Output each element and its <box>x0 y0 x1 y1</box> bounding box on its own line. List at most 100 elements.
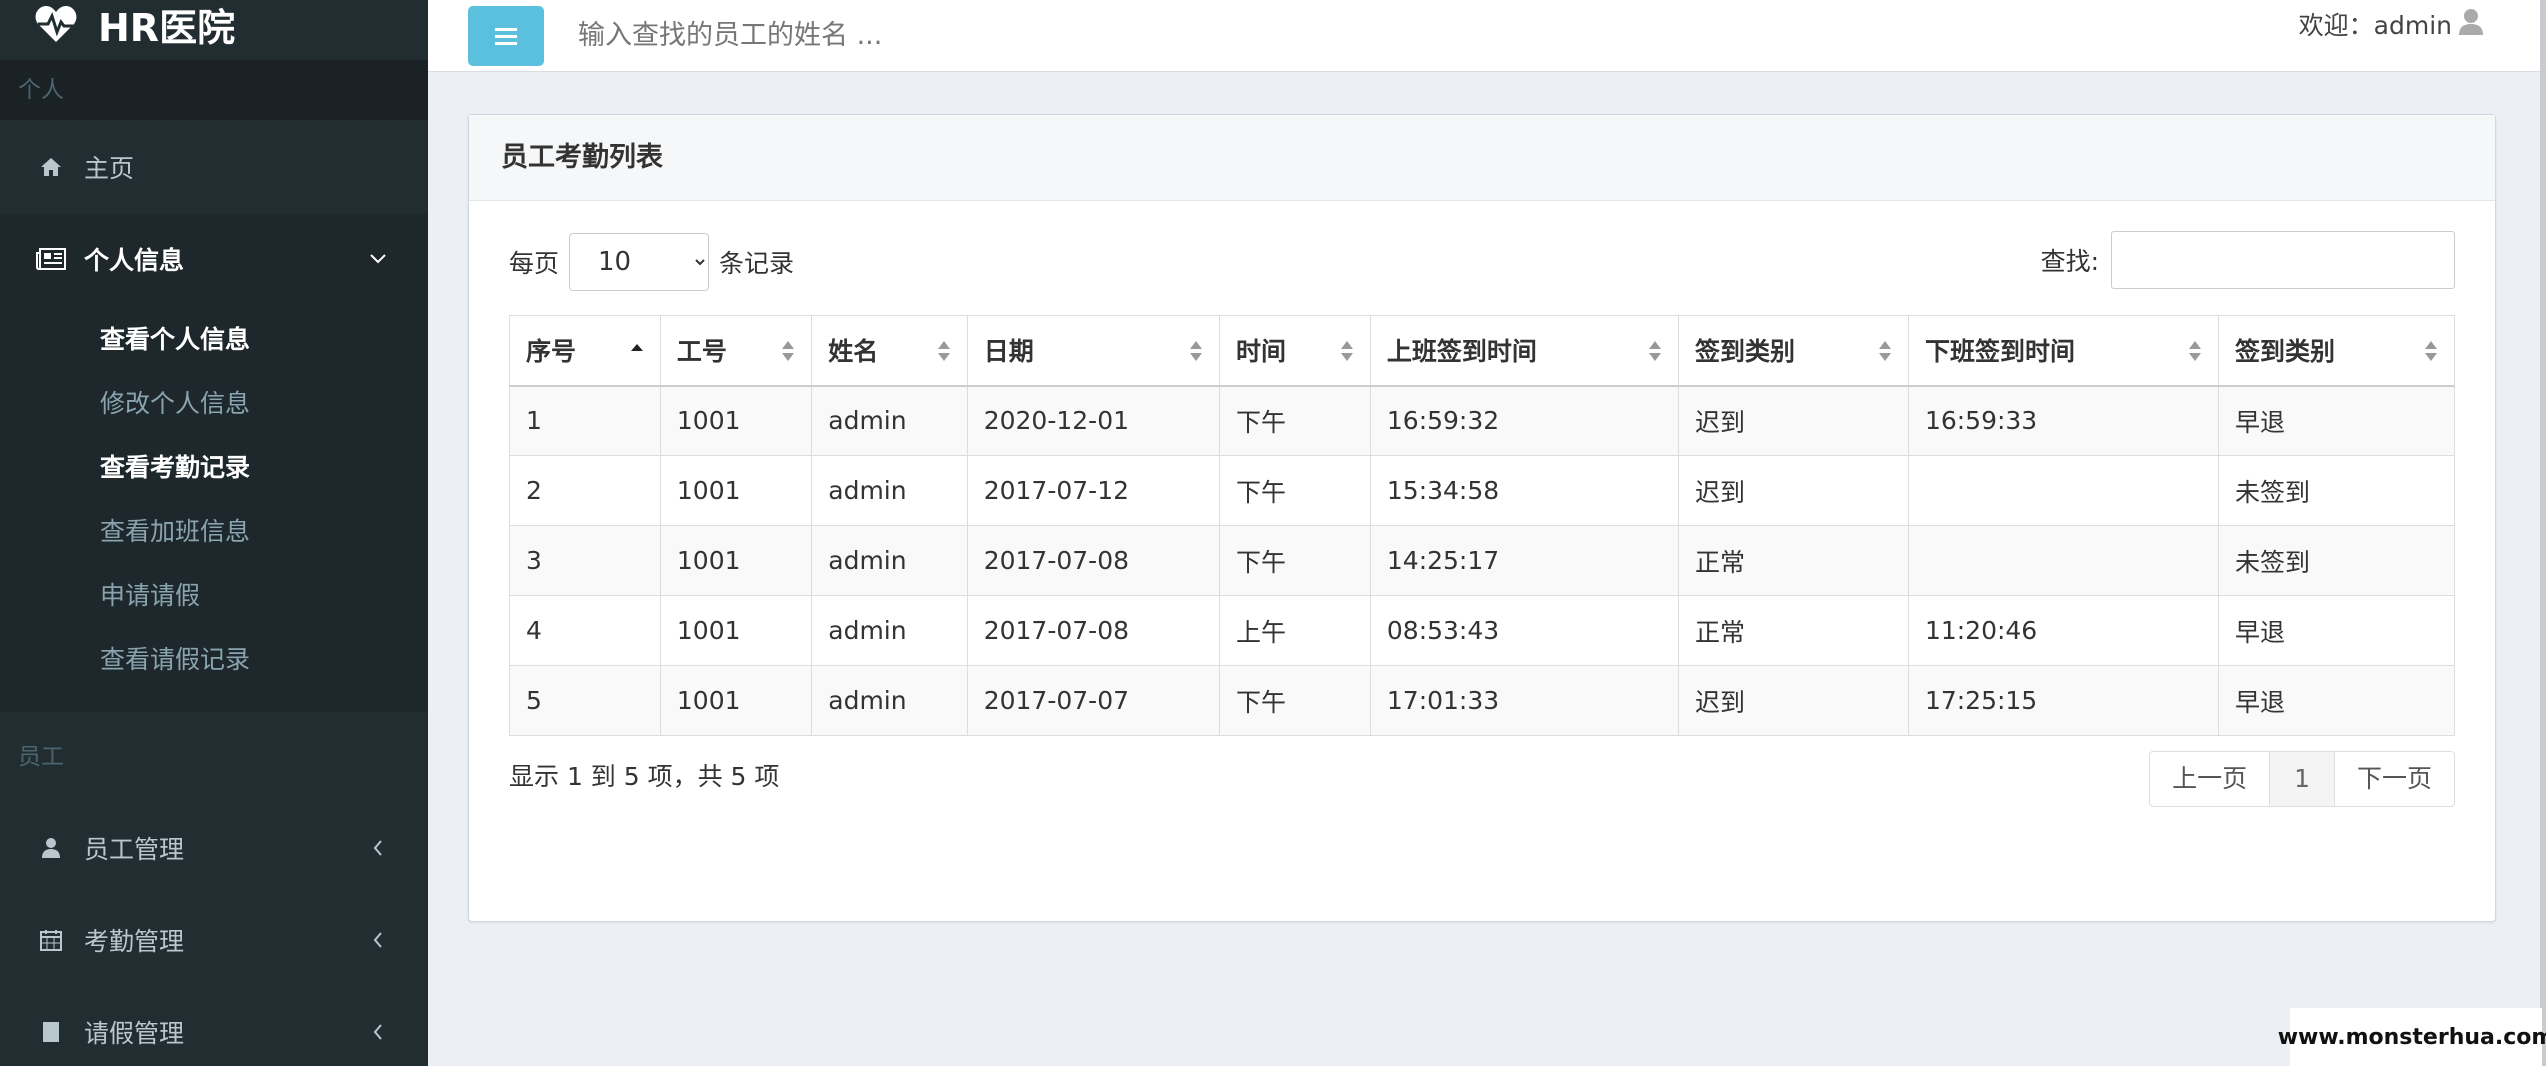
table-row[interactable]: 4 1001 admin 2017-07-08 上午 08:53:43 正常 11:20:46… <box>509 595 2455 666</box>
sort-both-icon <box>1340 341 1353 361</box>
table-cell: 正常 <box>1677 595 1909 666</box>
table-cell: 1001 <box>659 595 813 666</box>
sidebar-item-label: 请假管理 <box>84 1019 185 1048</box>
prev-page-button[interactable]: 上一页 <box>2149 751 2271 807</box>
pagination: 上一页 1 下一页 <box>2149 751 2455 807</box>
employee-search-input[interactable] <box>578 10 1278 61</box>
table-info: 显示 1 到 5 项，共 5 项 <box>509 762 780 791</box>
table-row[interactable]: 3 1001 admin 2017-07-08 下午 14:25:17 正常 未签到 <box>509 525 2455 596</box>
sidebar-item-home[interactable]: 主页 <box>0 120 428 214</box>
sort-both-icon <box>782 341 795 361</box>
find-label: 查找: <box>2040 247 2099 276</box>
chevron-left-icon <box>366 836 390 860</box>
table-row[interactable]: 5 1001 admin 2017-07-07 下午 17:01:33 迟到 17:25:15… <box>509 665 2455 736</box>
page-1-button[interactable]: 1 <box>2269 751 2335 807</box>
table-cell: 1001 <box>659 525 813 596</box>
box-title: 员工考勤列表 <box>469 115 2495 201</box>
sort-both-icon <box>937 341 950 361</box>
sidebar-item-employee-mgmt[interactable]: 员工管理 <box>0 802 428 894</box>
user-icon[interactable] <box>2458 8 2484 36</box>
table-cell: 2017-07-08 <box>966 525 1220 596</box>
table-cell: 17:01:33 <box>1369 665 1679 736</box>
logo[interactable]: HR医院 <box>0 0 428 60</box>
table-cell <box>1907 455 2220 526</box>
column-header[interactable]: 日期 <box>966 315 1220 387</box>
table-search-input[interactable] <box>2111 231 2455 289</box>
column-header[interactable]: 工号 <box>659 315 813 387</box>
column-header-label: 上班签到时间 <box>1386 337 1537 367</box>
column-header[interactable]: 下班签到时间 <box>1907 315 2220 387</box>
table-cell: admin <box>811 595 968 666</box>
attendance-table: 序号 工号 姓名 日期 时间 上班签到时间 签到类别 下班签到时间 签到类别 1 1001 admi… <box>509 315 2455 736</box>
table-row[interactable]: 1 1001 admin 2020-12-01 下午 16:59:32 迟到 16:59:33… <box>509 385 2455 456</box>
table-cell: admin <box>811 385 968 456</box>
sub-item-view-leave-records[interactable]: 查看请假记录 <box>0 628 428 692</box>
table-cell: 4 <box>509 595 661 666</box>
column-header[interactable]: 签到类别 <box>2218 315 2455 387</box>
sub-item-edit-personal-info[interactable]: 修改个人信息 <box>0 372 428 436</box>
page-scrollbar[interactable] <box>2540 0 2546 1066</box>
per-page-suffix: 条记录 <box>719 249 795 278</box>
column-header[interactable]: 上班签到时间 <box>1369 315 1679 387</box>
user-md-icon <box>36 833 66 863</box>
per-page-prefix: 每页 <box>509 249 560 278</box>
column-header[interactable]: 签到类别 <box>1677 315 1909 387</box>
home-icon <box>36 152 66 182</box>
table-cell <box>1907 525 2220 596</box>
table-cell: 下午 <box>1218 525 1371 596</box>
calendar-icon <box>36 925 66 955</box>
table-cell: 下午 <box>1218 665 1371 736</box>
table-cell: admin <box>811 665 968 736</box>
table-cell: 未签到 <box>2218 455 2455 526</box>
watermark: www.monsterhua.com <box>2278 1008 2546 1066</box>
table-cell: 14:25:17 <box>1369 525 1679 596</box>
sidebar-item-personal-info[interactable]: 个人信息 <box>0 214 428 304</box>
sub-item-view-attendance[interactable]: 查看考勤记录 <box>0 436 428 500</box>
column-header-label: 工号 <box>676 337 727 367</box>
sort-both-icon <box>2425 341 2437 361</box>
welcome-text: 欢迎：admin <box>2298 11 2452 40</box>
column-header[interactable]: 时间 <box>1218 315 1371 387</box>
table-cell: 早退 <box>2218 665 2455 736</box>
table-cell: 下午 <box>1218 385 1371 456</box>
table-cell: 下午 <box>1218 455 1371 526</box>
table-row[interactable]: 2 1001 admin 2017-07-12 下午 15:34:58 迟到 未签到 <box>509 455 2455 526</box>
sort-asc-icon <box>630 344 643 351</box>
table-cell: 1 <box>509 385 661 456</box>
sidebar-item-label: 员工管理 <box>84 835 185 864</box>
table-cell: 早退 <box>2218 595 2455 666</box>
sidebar-item-leave-mgmt[interactable]: 请假管理 <box>0 986 428 1066</box>
sort-both-icon <box>2189 341 2201 361</box>
chevron-left-icon <box>366 1020 390 1044</box>
sidebar: HR医院 个人 主页 个人信息 查看个人信息 修改个人信息 查看考勤记录 查看加… <box>0 0 428 1066</box>
next-page-button[interactable]: 下一页 <box>2333 751 2455 807</box>
chevron-down-icon <box>366 247 390 271</box>
column-header-label: 时间 <box>1235 337 1286 367</box>
column-header[interactable]: 序号 <box>509 315 661 387</box>
table-cell: admin <box>811 455 968 526</box>
sub-item-view-personal-info[interactable]: 查看个人信息 <box>0 308 428 372</box>
column-header-label: 日期 <box>983 337 1034 367</box>
table-cell: 迟到 <box>1677 455 1909 526</box>
per-page-control: 每页 10 条记录 <box>509 233 794 291</box>
sidebar-item-label: 个人信息 <box>84 246 185 275</box>
newspaper-icon <box>36 244 66 274</box>
logo-text: HR医院 <box>98 5 236 50</box>
table-cell: 08:53:43 <box>1369 595 1679 666</box>
table-cell: 2017-07-07 <box>966 665 1220 736</box>
sub-item-view-overtime[interactable]: 查看加班信息 <box>0 500 428 564</box>
sidebar-item-label: 主页 <box>84 154 135 183</box>
table-cell: 2017-07-12 <box>966 455 1220 526</box>
table-cell: 2020-12-01 <box>966 385 1220 456</box>
sidebar-item-label: 考勤管理 <box>84 927 185 956</box>
sidebar-toggle-button[interactable] <box>468 5 544 66</box>
per-page-select[interactable]: 10 <box>569 233 710 291</box>
column-header[interactable]: 姓名 <box>811 315 968 387</box>
sidebar-item-attendance-mgmt[interactable]: 考勤管理 <box>0 894 428 986</box>
table-cell: 15:34:58 <box>1369 455 1679 526</box>
table-cell: 16:59:32 <box>1369 385 1679 456</box>
sub-item-apply-leave[interactable]: 申请请假 <box>0 564 428 628</box>
top-header: 欢迎：admin <box>428 0 2546 72</box>
table-cell: admin <box>811 525 968 596</box>
table-cell: 2 <box>509 455 661 526</box>
